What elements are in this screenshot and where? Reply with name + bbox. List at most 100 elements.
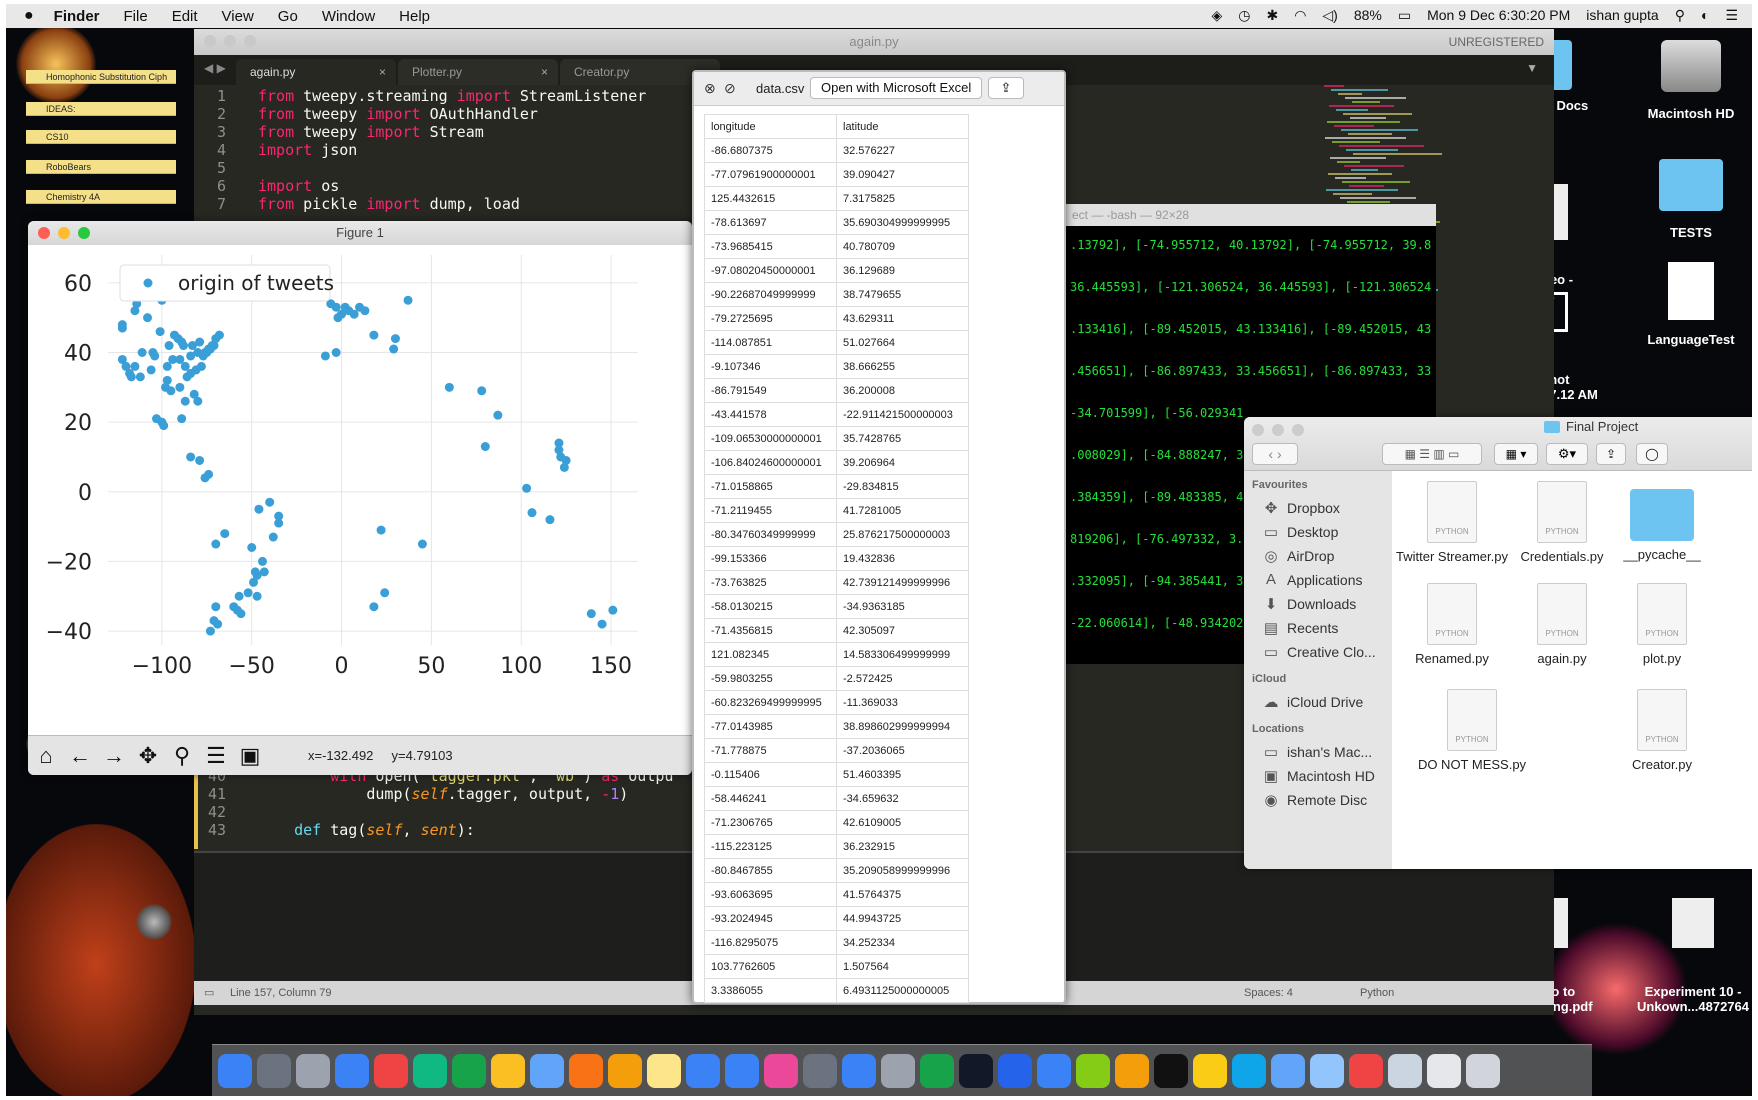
app-icon[interactable] — [1349, 1053, 1383, 1088]
file-item[interactable]: __pycache__ — [1602, 481, 1722, 562]
sidebar-item[interactable]: ▭ ishan's Mac... — [1262, 743, 1372, 761]
battery-percent[interactable]: 88% — [1354, 7, 1382, 24]
sidebar-item[interactable]: ☁ iCloud Drive — [1262, 693, 1364, 711]
sidebar-item[interactable]: ▭ Creative Clo... — [1262, 643, 1376, 661]
menu-window[interactable]: Window — [322, 8, 375, 25]
sticky-note[interactable]: Homophonic Substitution Ciph — [26, 70, 176, 84]
close-tab-icon[interactable]: × — [379, 59, 386, 85]
acrobat-icon[interactable] — [959, 1053, 993, 1088]
sidebar-item[interactable]: ▭ Desktop — [1262, 523, 1338, 541]
app-icon[interactable] — [1388, 1053, 1422, 1088]
code-line[interactable]: 4 import json — [200, 141, 646, 159]
zoom-icon[interactable]: ⚲ — [168, 742, 196, 770]
safari-icon[interactable] — [335, 1053, 369, 1088]
excel-icon[interactable] — [920, 1053, 954, 1088]
file-item[interactable]: PYTHON Renamed.py — [1392, 583, 1512, 666]
menu-app-name[interactable]: Finder — [54, 8, 100, 25]
apple-icon[interactable]: ● — [24, 7, 34, 25]
sticky-note[interactable]: RoboBears — [26, 160, 176, 174]
gear-icon[interactable]: ⚙▾ — [1546, 443, 1588, 465]
tab-again[interactable]: again.py × — [236, 59, 396, 85]
tab-dropdown-icon[interactable]: ▼ — [1526, 61, 1538, 75]
messages-icon[interactable] — [530, 1053, 564, 1088]
wifi-icon[interactable]: ◠ — [1294, 7, 1306, 24]
itunes-icon[interactable] — [764, 1053, 798, 1088]
group-by-icon[interactable]: ▦ ▾ — [1494, 443, 1538, 465]
back-forward-buttons[interactable]: ‹ › — [1252, 443, 1298, 465]
code-line[interactable]: 41 dump(self.tagger, output, -1) — [200, 785, 673, 803]
back-arrow-icon[interactable]: ← — [66, 742, 94, 770]
bluetooth-icon[interactable]: ✱ — [1266, 7, 1278, 24]
file-item[interactable]: PYTHON Creator.py — [1602, 689, 1722, 772]
sidebar-item[interactable]: A Applications — [1262, 571, 1363, 588]
stickies-icon[interactable] — [1193, 1053, 1227, 1088]
minimize-button[interactable] — [58, 227, 70, 239]
scatter-chart[interactable]: −100 −50 0 50 100 150 60 40 20 0 −20 −40 origin of t… — [28, 245, 692, 735]
preferences-icon[interactable] — [803, 1053, 837, 1088]
keynote-icon[interactable] — [725, 1053, 759, 1088]
menu-help[interactable]: Help — [399, 8, 430, 25]
sidebar-item[interactable]: ▤ Recents — [1262, 619, 1338, 637]
desktop-item-tests[interactable]: TESTS — [1636, 159, 1746, 240]
indent-setting[interactable]: Spaces: 4 — [1244, 981, 1293, 1005]
code-line[interactable]: 43 def tag(self, sent): — [200, 821, 673, 839]
sticky-note[interactable]: Chemistry 4A — [26, 190, 176, 204]
code-line[interactable]: 2 from tweepy import OAuthHandler — [200, 105, 646, 123]
share-icon[interactable]: ⇪ — [1596, 443, 1626, 465]
facetime-icon[interactable] — [452, 1053, 486, 1088]
desktop-item-languagetest[interactable]: LanguageTest — [1636, 262, 1746, 347]
sticky-note[interactable]: CS10 — [26, 130, 176, 144]
code-line[interactable]: 42 — [200, 803, 673, 821]
calendar-icon[interactable] — [374, 1053, 408, 1088]
sublime-icon[interactable] — [1115, 1053, 1149, 1088]
scrapbook-icon[interactable] — [1232, 1053, 1266, 1088]
open-with-excel-button[interactable]: Open with Microsoft Excel — [810, 77, 983, 99]
fullscreen-icon[interactable]: ⊘ — [724, 80, 736, 97]
folder-icon[interactable] — [1310, 1053, 1344, 1088]
sticky-icon[interactable] — [647, 1053, 681, 1088]
syntax-setting[interactable]: Python — [1360, 981, 1394, 1005]
photos-icon[interactable] — [413, 1053, 447, 1088]
forward-arrow-icon[interactable]: → — [100, 742, 128, 770]
firefox-icon[interactable] — [569, 1053, 603, 1088]
configure-subplots-icon[interactable]: ☰ — [202, 742, 230, 770]
trash-icon[interactable] — [1466, 1053, 1500, 1088]
finder-icon[interactable] — [218, 1053, 252, 1088]
preview-icon[interactable] — [1271, 1053, 1305, 1088]
close-button[interactable] — [38, 227, 50, 239]
zoom-button[interactable] — [244, 35, 256, 47]
home-icon[interactable]: ⌂ — [32, 742, 60, 770]
minimize-button[interactable] — [1272, 424, 1284, 436]
chrome-icon[interactable] — [608, 1053, 642, 1088]
sidebar-item[interactable]: ✥ Dropbox — [1262, 499, 1340, 517]
notification-center-icon[interactable]: ☰ — [1725, 7, 1738, 24]
desktop-item-macintosh-hd[interactable]: Macintosh HD — [1636, 40, 1746, 121]
close-icon[interactable]: ⊗ — [704, 80, 716, 97]
utorrent-icon[interactable] — [1076, 1053, 1110, 1088]
code-editor-top[interactable]: 1 from tweepy.streaming import StreamList… — [200, 87, 646, 213]
tab-plotter[interactable]: Plotter.py × — [398, 59, 558, 85]
menu-view[interactable]: View — [222, 8, 254, 25]
word-icon[interactable] — [998, 1053, 1032, 1088]
sidebar-item[interactable]: ▣ Macintosh HD — [1262, 767, 1375, 785]
pan-icon[interactable]: ✥ — [134, 742, 162, 770]
code-line[interactable]: 5 — [200, 159, 646, 177]
siri-icon[interactable] — [257, 1053, 291, 1088]
desktop-item-experiment[interactable]: Experiment 10 - Unkown...4872764 — [1618, 868, 1752, 1044]
sticky-note[interactable]: IDEAS: — [26, 102, 176, 116]
sidebar-item[interactable]: ⬇ Downloads — [1262, 595, 1357, 613]
chrome-icon[interactable] — [1037, 1053, 1071, 1088]
minimize-button[interactable] — [224, 35, 236, 47]
code-line[interactable]: 7 from pickle import dump, load — [200, 195, 646, 213]
tab-nav-arrows-icon[interactable]: ◀ ▶ — [204, 61, 226, 75]
downloads-icon[interactable] — [1427, 1053, 1461, 1088]
gimp-icon[interactable] — [881, 1053, 915, 1088]
tag-icon[interactable]: ◯ — [1636, 443, 1668, 465]
code-line[interactable]: 1 from tweepy.streaming import StreamList… — [200, 87, 646, 105]
close-tab-icon[interactable]: × — [541, 59, 548, 85]
save-figure-icon[interactable]: ▣ — [236, 742, 264, 770]
zoom-button[interactable] — [1292, 424, 1304, 436]
siri-icon[interactable]: ◐ — [1701, 7, 1709, 24]
appstore-icon[interactable] — [842, 1053, 876, 1088]
battery-icon[interactable]: ▭ — [1398, 7, 1411, 24]
